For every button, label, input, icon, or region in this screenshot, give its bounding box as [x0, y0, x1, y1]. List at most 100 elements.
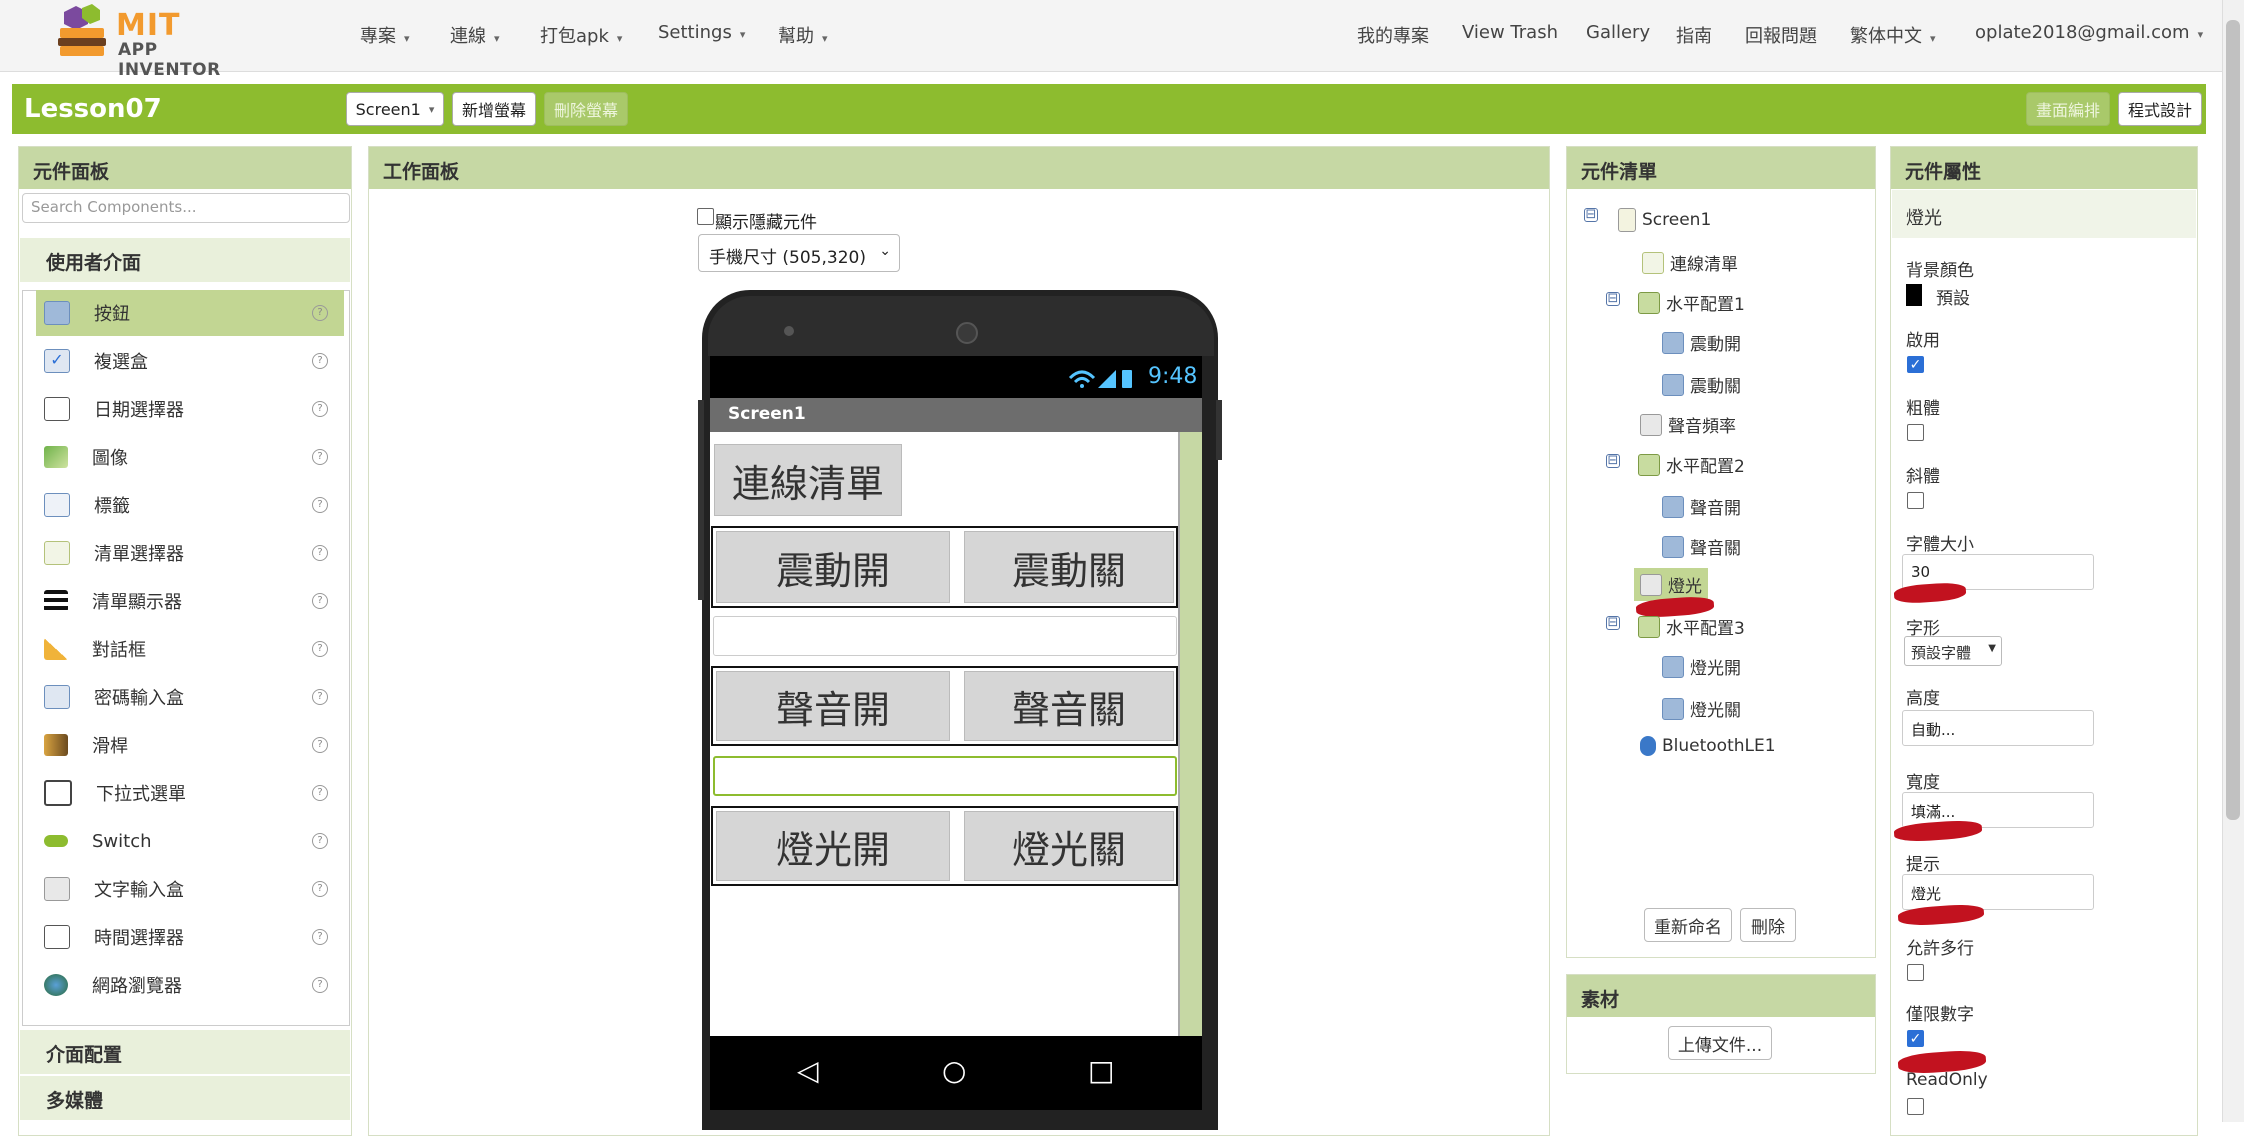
prop-bold-checkbox[interactable]	[1907, 424, 1924, 441]
btn-light-on[interactable]: 燈光開	[716, 811, 950, 881]
collapse-icon[interactable]: ⊟	[1606, 616, 1620, 630]
help-icon[interactable]: ?	[312, 929, 328, 945]
tree-node-light-on[interactable]: 燈光開	[1662, 654, 1741, 679]
upload-file-button[interactable]: 上傳文件...	[1668, 1026, 1772, 1060]
menu-settings[interactable]: Settings ▾	[658, 22, 745, 43]
btn-sound-off[interactable]: 聲音關	[964, 671, 1174, 741]
help-icon[interactable]: ?	[312, 737, 328, 753]
palette-item-textbox[interactable]: 文字輸入盒?	[36, 866, 344, 912]
nav-language[interactable]: 繁体中文 ▾	[1850, 22, 1936, 48]
blocks-button[interactable]: 程式設計	[2118, 92, 2202, 126]
prop-readonly-checkbox[interactable]	[1907, 1098, 1924, 1115]
palette-item-webviewer[interactable]: 網路瀏覽器?	[36, 962, 344, 1008]
tree-node-sound-off[interactable]: 聲音關	[1662, 534, 1741, 559]
tree-node-vib-on[interactable]: 震動開	[1662, 330, 1741, 355]
btn-light-off[interactable]: 燈光關	[964, 811, 1174, 881]
btn-vibrate-on[interactable]: 震動開	[716, 531, 950, 603]
prop-height-input[interactable]: 自動...	[1902, 710, 2094, 746]
prop-numbers-only-checkbox[interactable]: ✓	[1907, 1030, 1924, 1047]
help-icon[interactable]: ?	[312, 689, 328, 705]
tree-node-screen1[interactable]: Screen1	[1618, 208, 1711, 232]
help-icon[interactable]: ?	[312, 977, 328, 993]
category-user-interface[interactable]: 使用者介面	[20, 238, 350, 282]
back-icon[interactable]: ◁	[797, 1054, 819, 1087]
palette-item-checkbox[interactable]: ✓ 複選盒?	[36, 338, 344, 384]
nav-account[interactable]: oplate2018@gmail.com ▾	[1975, 22, 2203, 43]
nav-guide[interactable]: 指南	[1676, 22, 1712, 48]
palette-item-button[interactable]: 按鈕?	[36, 290, 344, 336]
btn-vibrate-off[interactable]: 震動關	[964, 531, 1174, 603]
recent-apps-icon[interactable]: □	[1088, 1054, 1114, 1087]
help-icon[interactable]: ?	[312, 305, 328, 321]
help-icon[interactable]: ?	[312, 785, 328, 801]
palette-item-switch[interactable]: Switch?	[36, 818, 344, 864]
tree-node-light-off[interactable]: 燈光關	[1662, 696, 1741, 721]
textbox-light-selected[interactable]	[713, 756, 1177, 796]
palette-item-listpicker[interactable]: 清單選擇器?	[36, 530, 344, 576]
remove-screen-button[interactable]: 刪除螢幕	[544, 92, 628, 126]
palette-item-spinner[interactable]: 下拉式選單?	[36, 770, 344, 816]
home-icon[interactable]: ○	[942, 1054, 966, 1087]
prop-bg-value[interactable]: 預設	[1936, 284, 1970, 309]
help-icon[interactable]: ?	[312, 497, 328, 513]
nav-report-issue[interactable]: 回報問題	[1745, 22, 1817, 48]
prop-hint-input[interactable]: 燈光	[1902, 874, 2094, 910]
textbox-sound-frequency[interactable]	[713, 616, 1177, 656]
phone-screen-scrollbar[interactable]	[1178, 432, 1202, 1036]
menu-connect[interactable]: 連線 ▾	[450, 22, 500, 48]
component-search-input[interactable]: Search Components...	[22, 193, 350, 223]
delete-button[interactable]: 刪除	[1740, 908, 1796, 942]
palette-item-notifier[interactable]: 對話框?	[36, 626, 344, 672]
page-scrollbar-thumb[interactable]	[2226, 20, 2240, 820]
help-icon[interactable]: ?	[312, 593, 328, 609]
menu-help[interactable]: 幫助 ▾	[778, 22, 828, 48]
prop-italic-checkbox[interactable]	[1907, 492, 1924, 509]
palette-item-timepicker[interactable]: 時間選擇器?	[36, 914, 344, 960]
menu-project[interactable]: 專案 ▾	[360, 22, 410, 48]
prop-enabled-checkbox[interactable]: ✓	[1907, 356, 1924, 373]
collapse-icon[interactable]: ⊟	[1606, 292, 1620, 306]
palette-item-passwordtextbox[interactable]: 密碼輸入盒?	[36, 674, 344, 720]
menu-build[interactable]: 打包apk ▾	[540, 22, 622, 48]
app-inventor-logo[interactable]: MIT APP INVENTOR	[50, 2, 240, 80]
rename-button[interactable]: 重新命名	[1644, 908, 1732, 942]
add-screen-button[interactable]: 新增螢幕	[452, 92, 536, 126]
tree-node-harr1[interactable]: 水平配置1	[1638, 290, 1745, 315]
nav-my-projects[interactable]: 我的專案	[1357, 22, 1429, 48]
device-size-select[interactable]: 手機尺寸 (505,320) ⌄	[698, 234, 900, 272]
tree-node-vib-off[interactable]: 震動關	[1662, 372, 1741, 397]
screen-select[interactable]: Screen1 ▾	[346, 92, 444, 126]
help-icon[interactable]: ?	[312, 353, 328, 369]
palette-item-slider[interactable]: 滑桿?	[36, 722, 344, 768]
tree-node-sound-on[interactable]: 聲音開	[1662, 494, 1741, 519]
tree-node-connection-list[interactable]: 連線清單	[1642, 250, 1738, 275]
color-swatch[interactable]	[1906, 284, 1922, 306]
nav-gallery[interactable]: Gallery	[1586, 22, 1650, 43]
show-hidden-checkbox[interactable]	[697, 208, 714, 225]
palette-item-label[interactable]: 標籤?	[36, 482, 344, 528]
designer-button[interactable]: 畫面編排	[2026, 92, 2110, 126]
palette-item-listview[interactable]: 清單顯示器?	[36, 578, 344, 624]
help-icon[interactable]: ?	[312, 641, 328, 657]
prop-multiline-checkbox[interactable]	[1907, 964, 1924, 981]
collapse-icon[interactable]: ⊟	[1584, 208, 1598, 222]
btn-connection-list[interactable]: 連線清單	[714, 444, 902, 516]
tree-node-light-selected[interactable]: 燈光	[1634, 568, 1708, 601]
tree-node-bluetoothle[interactable]: BluetoothLE1	[1640, 736, 1776, 756]
help-icon[interactable]: ?	[312, 833, 328, 849]
tree-node-harr3[interactable]: 水平配置3	[1638, 614, 1745, 639]
collapse-icon[interactable]: ⊟	[1606, 454, 1620, 468]
help-icon[interactable]: ?	[312, 545, 328, 561]
prop-font-select[interactable]: 預設字體 ▼	[1904, 636, 2002, 666]
tree-node-harr2[interactable]: 水平配置2	[1638, 452, 1745, 477]
category-layout[interactable]: 介面配置	[20, 1030, 350, 1074]
palette-item-image[interactable]: 圖像?	[36, 434, 344, 480]
help-icon[interactable]: ?	[312, 449, 328, 465]
category-media[interactable]: 多媒體	[20, 1076, 350, 1120]
btn-sound-on[interactable]: 聲音開	[716, 671, 950, 741]
help-icon[interactable]: ?	[312, 401, 328, 417]
nav-view-trash[interactable]: View Trash	[1462, 22, 1558, 43]
tree-node-sound-frequency[interactable]: 聲音頻率	[1640, 412, 1736, 437]
palette-item-datepicker[interactable]: 日期選擇器?	[36, 386, 344, 432]
help-icon[interactable]: ?	[312, 881, 328, 897]
